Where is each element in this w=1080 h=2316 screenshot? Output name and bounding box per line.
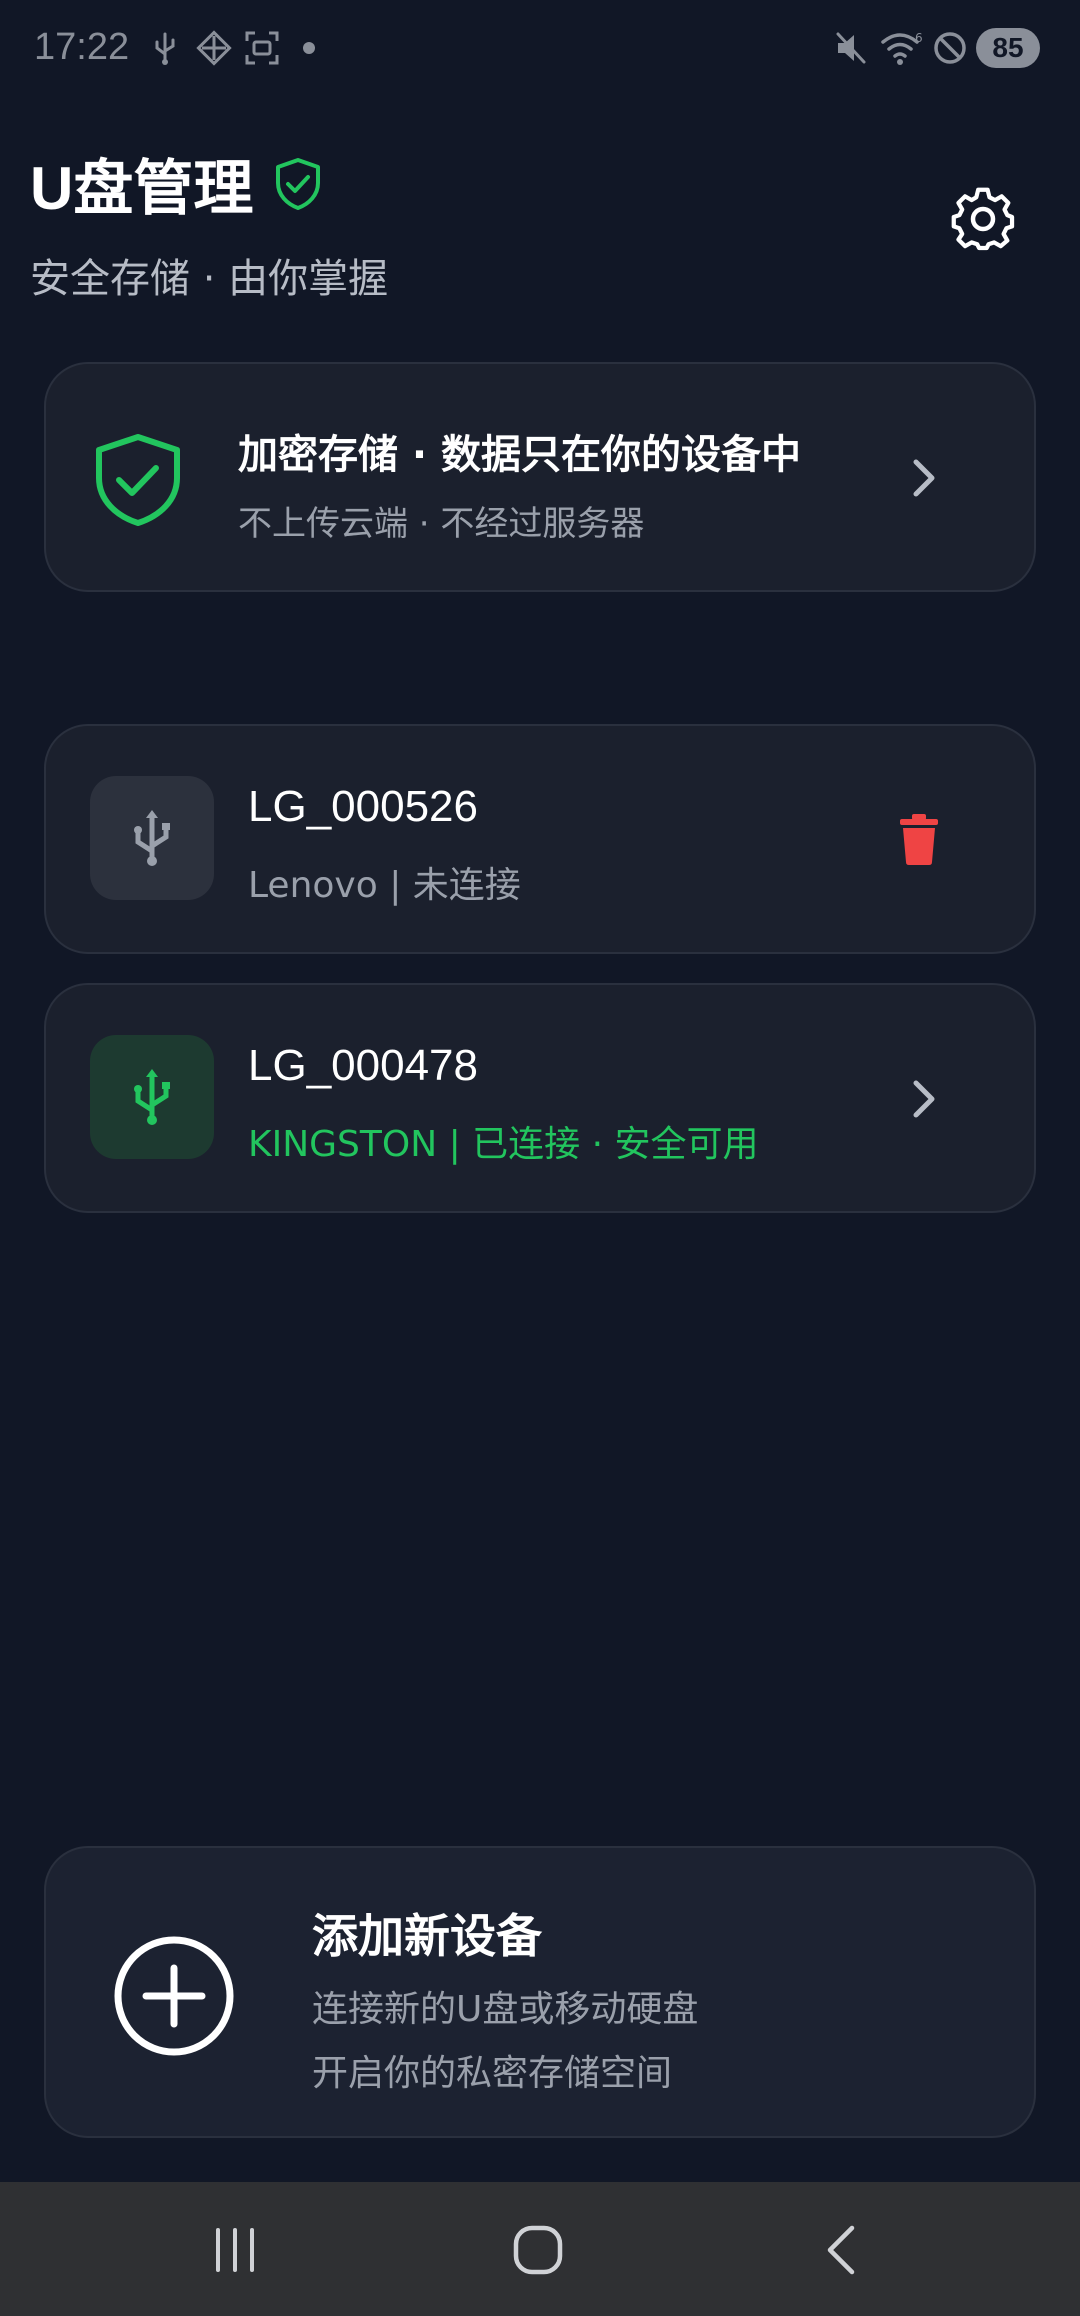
do-not-disturb-icon: [934, 32, 966, 64]
plus-circle-icon: [114, 1936, 234, 2056]
shield-check-icon: [276, 157, 321, 210]
recents-icon[interactable]: [212, 2222, 258, 2278]
usb-icon: [155, 32, 175, 65]
status-time: 17:22: [34, 26, 130, 68]
shield-check-icon: [96, 434, 180, 526]
add-device-button[interactable]: 添加新设备 连接新的U盘或移动硬盘 开启你的私密存储空间: [44, 1846, 1036, 2138]
battery-level: 85: [976, 28, 1040, 68]
mute-icon: [836, 32, 866, 64]
device-status: Lenovo | 未连接: [248, 865, 521, 906]
navigation-bar: [0, 2182, 1080, 2316]
screen: 17:22 6 85 U盘管理 安全存储 · 由你掌握 加密存储 · 数据只在你…: [0, 0, 1080, 2316]
device-name: LG_000526: [248, 782, 478, 831]
security-banner[interactable]: 加密存储 · 数据只在你的设备中 不上传云端 · 不经过服务器: [44, 362, 1036, 592]
dot-icon: [303, 42, 315, 54]
back-icon[interactable]: [822, 2222, 862, 2278]
device-name: LG_000478: [248, 1041, 478, 1090]
add-device-title: 添加新设备: [312, 1909, 542, 1963]
home-icon[interactable]: [512, 2222, 564, 2278]
wifi-icon: 6: [881, 31, 923, 65]
usb-icon: [134, 810, 170, 866]
page-subtitle: 安全存储 · 由你掌握: [30, 256, 389, 302]
status-bar: 17:22 6 85: [0, 0, 1080, 96]
device-icon-box: [90, 776, 214, 900]
trash-icon[interactable]: [898, 812, 940, 866]
page-title: U盘管理: [30, 155, 254, 222]
device-icon-box: [90, 1035, 214, 1159]
gear-icon[interactable]: [950, 186, 1016, 252]
security-banner-description: 不上传云端 · 不经过服务器: [238, 504, 645, 544]
device-item-lg-000526[interactable]: LG_000526 Lenovo | 未连接: [44, 724, 1036, 954]
add-device-description-line1: 连接新的U盘或移动硬盘: [312, 1989, 699, 2030]
add-device-description-line2: 开启你的私密存储空间: [312, 2053, 673, 2094]
device-status: KINGSTON | 已连接 · 安全可用: [248, 1124, 759, 1165]
usb-icon: [134, 1069, 170, 1125]
svg-text:6: 6: [915, 31, 923, 45]
device-item-lg-000478[interactable]: LG_000478 KINGSTON | 已连接 · 安全可用: [44, 983, 1036, 1213]
title-row: U盘管理: [30, 140, 323, 227]
security-banner-title: 加密存储 · 数据只在你的设备中: [238, 432, 802, 478]
chevron-right-icon: [913, 459, 935, 497]
screenshot-icon: [245, 31, 279, 65]
chevron-right-icon: [913, 1080, 935, 1118]
diamond-grid-icon: [196, 30, 232, 66]
